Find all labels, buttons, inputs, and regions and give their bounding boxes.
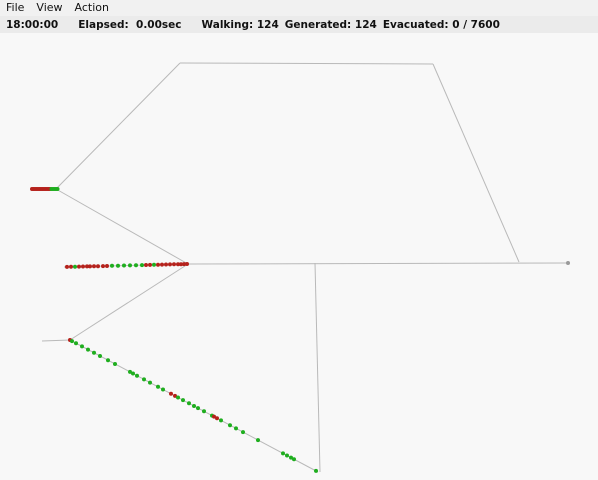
agent-marker (192, 404, 196, 408)
agents-layer (30, 187, 318, 473)
agent-marker (86, 347, 90, 352)
agent-marker (110, 263, 114, 268)
generated-label: Generated: (284, 18, 352, 31)
walking-label: Walking: (201, 18, 254, 31)
agent-marker (181, 398, 185, 403)
road-link (432, 63, 520, 263)
agent-marker (106, 358, 110, 363)
road-link (69, 263, 189, 341)
agent-marker (140, 263, 144, 268)
agent-marker (128, 263, 132, 268)
agent-marker (142, 377, 146, 382)
agent-marker (169, 391, 173, 396)
agent-marker (148, 262, 152, 267)
agent-marker (168, 262, 172, 267)
elapsed-readout: Elapsed: 0.00sec (78, 19, 181, 31)
agent-marker (65, 264, 69, 269)
elapsed-label: Elapsed: (78, 18, 129, 31)
road-link (55, 62, 181, 190)
agent-marker (101, 264, 105, 269)
simulation-canvas[interactable] (0, 33, 598, 480)
evacuated-readout: Evacuated: 0 / 7600 (383, 19, 500, 31)
agent-marker (285, 453, 289, 458)
agent-marker (116, 263, 120, 268)
agent-marker (88, 264, 92, 269)
menu-view[interactable]: View (30, 0, 68, 16)
road-link (55, 188, 189, 265)
agent-marker (92, 264, 96, 269)
menu-bar: File View Action (0, 0, 598, 16)
agent-marker (73, 264, 77, 269)
generated-readout: Generated: 124 (285, 19, 377, 31)
agent-marker (80, 344, 84, 349)
elapsed-value: 0.00sec (136, 18, 182, 31)
network-map[interactable] (0, 33, 598, 480)
agent-marker (281, 451, 285, 456)
road-nodes (566, 261, 570, 265)
agent-marker (156, 384, 160, 389)
agent-marker (144, 263, 148, 267)
status-bar: 18:00:00 Elapsed: 0.00sec Walking: 124 G… (0, 16, 598, 33)
evacuated-label: Evacuated: (382, 18, 449, 31)
agent-marker (131, 371, 135, 376)
agent-marker (196, 406, 200, 411)
agent-marker (314, 468, 318, 473)
generated-value: 124 (354, 18, 377, 31)
agent-marker (55, 187, 60, 191)
agent-marker (215, 416, 219, 421)
agent-marker (160, 262, 164, 267)
agent-marker (241, 430, 245, 435)
road-link (187, 262, 569, 265)
road-link (41, 339, 71, 342)
road-link (179, 62, 434, 65)
agent-marker (152, 262, 156, 267)
agent-marker (202, 409, 206, 414)
agent-marker (81, 264, 85, 269)
agent-marker (134, 263, 138, 268)
road-link (314, 262, 321, 473)
agent-marker (113, 362, 117, 366)
agent-marker (105, 264, 109, 268)
agent-marker (187, 401, 191, 406)
agent-marker (92, 350, 96, 355)
agent-marker (164, 262, 168, 267)
agent-marker (256, 438, 260, 443)
agent-marker (98, 354, 102, 358)
evacuated-value: 0 / 7600 (452, 18, 500, 31)
sim-clock: 18:00:00 (6, 18, 59, 31)
agent-marker (148, 380, 152, 385)
menu-file[interactable]: File (0, 0, 30, 16)
agent-marker (156, 262, 160, 267)
agent-marker (74, 341, 78, 346)
walking-value: 124 (256, 18, 279, 31)
agent-marker (234, 426, 238, 431)
agent-marker (176, 395, 180, 400)
exit-node (566, 261, 570, 265)
agent-marker (135, 373, 139, 378)
menu-action[interactable]: Action (69, 0, 115, 16)
agent-marker (219, 418, 223, 423)
agent-marker (69, 264, 73, 269)
agent-marker (122, 263, 126, 268)
agent-marker (172, 262, 176, 267)
agent-marker (96, 264, 100, 269)
agent-marker (70, 339, 74, 344)
agent-marker (161, 387, 165, 392)
walking-readout: Walking: 124 (202, 19, 279, 31)
agent-marker (292, 457, 296, 462)
agent-marker (228, 423, 232, 428)
agent-marker (77, 264, 81, 269)
agent-marker (185, 262, 189, 266)
